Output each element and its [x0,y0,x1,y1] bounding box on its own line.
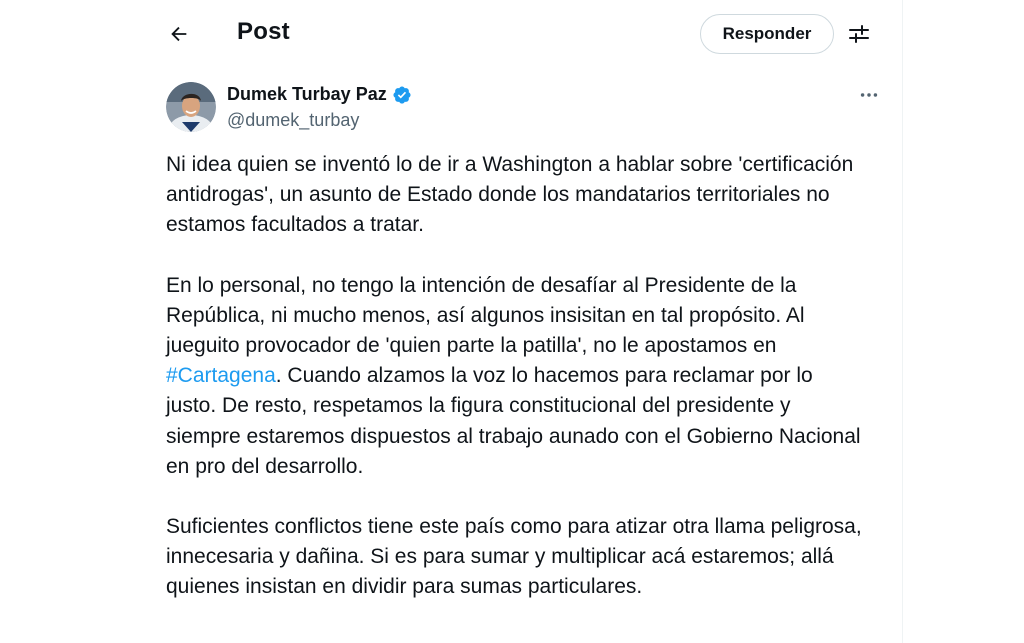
author-name-text: Dumek Turbay Paz [227,84,387,104]
post-paragraph-2: En lo personal, no tengo la intención de… [166,271,866,482]
hashtag-link[interactable]: #Cartagena [166,364,276,387]
post-paragraph-1: Ni idea quien se inventó lo de ir a Wash… [166,153,854,237]
author-handle[interactable]: @dumek_turbay [227,110,359,131]
post-detail-column: Post Responder Dumek Turbay Paz @dumek_t… [144,0,903,643]
more-options-button[interactable] [854,82,884,108]
author-name[interactable]: Dumek Turbay Paz [227,84,412,105]
post-header: Post Responder [144,0,902,66]
post-paragraph-2-start: En lo personal, no tengo la intención de… [166,273,805,358]
post-paragraph-3: Suficientes conflictos tiene este país c… [166,515,862,599]
post-text: Ni idea quien se inventó lo de ir a Wash… [166,150,866,633]
avatar-photo [166,82,216,132]
avatar[interactable] [166,82,216,132]
settings-button[interactable] [844,19,874,49]
reply-button[interactable]: Responder [700,14,834,54]
verified-badge-icon [393,85,411,104]
back-button[interactable] [162,17,196,51]
page-title: Post [237,18,290,45]
arrow-left-icon [171,26,187,42]
ellipsis-icon [860,93,878,97]
sliders-icon [849,25,869,43]
